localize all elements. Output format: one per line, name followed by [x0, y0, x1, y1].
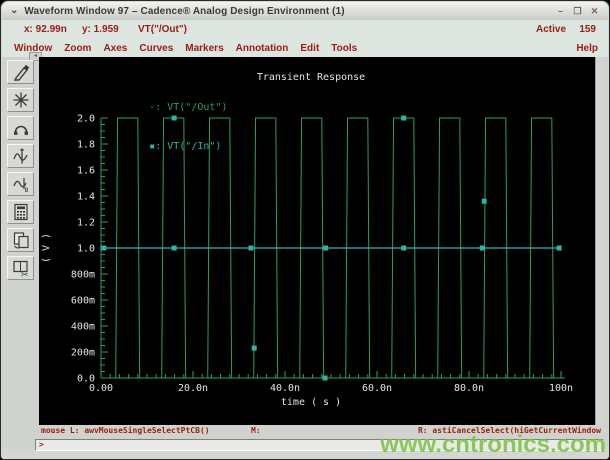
legend-entry-in[interactable]: ▪: VT("/In")	[101, 127, 227, 166]
svg-text:1.4: 1.4	[77, 192, 95, 203]
svg-text:800m: 800m	[71, 270, 95, 281]
menu-markers[interactable]: Markers	[185, 43, 223, 54]
svg-text:100n: 100n	[549, 383, 573, 394]
menu-curves[interactable]: Curves	[139, 43, 173, 54]
active-count: 159	[579, 24, 596, 35]
svg-text:20.0n: 20.0n	[178, 383, 208, 394]
svg-text:1.6: 1.6	[77, 166, 95, 177]
calculator-icon	[13, 203, 28, 221]
legend-entry-out[interactable]: -: VT("/Out")	[101, 88, 227, 127]
copy-window-icon	[13, 232, 29, 249]
svg-text:80.0n: 80.0n	[454, 383, 484, 394]
arc-icon	[13, 125, 28, 135]
x-axis-label: time ( s )	[281, 397, 341, 408]
plot-title: Transient Response	[256, 72, 366, 83]
window-title: Waveform Window 97 – Cadence® Analog Des…	[24, 5, 345, 17]
pen-icon	[13, 64, 29, 81]
canvas-scrollbar[interactable]	[595, 57, 604, 425]
title-bar[interactable]: ⌄ Waveform Window 97 – Cadence® Analog D…	[2, 2, 608, 21]
copy-window-button[interactable]	[7, 228, 34, 252]
svg-text:2.0: 2.0	[77, 114, 95, 125]
waveform-b-icon: B	[12, 178, 28, 194]
cursor-y-readout: y: 1.959	[82, 24, 119, 35]
window-menu-icon[interactable]: ⌄	[10, 6, 18, 16]
selected-trace-readout: VT("/Out")	[138, 24, 187, 35]
svg-text:1.8: 1.8	[77, 140, 95, 151]
info-bar: x: 92.99n y: 1.959 VT("/Out") Active 159	[2, 20, 608, 40]
legend-label-out: VT("/Out")	[167, 102, 228, 113]
y-axis-label: ( V )	[41, 233, 52, 263]
svg-text:0.00: 0.00	[89, 383, 113, 394]
svg-text:1.0: 1.0	[77, 244, 95, 255]
maximize-icon[interactable]: ❐	[571, 6, 584, 17]
waveform-marker-icon	[12, 148, 28, 164]
waveform-window: ⌄ Waveform Window 97 – Cadence® Analog D…	[0, 0, 610, 460]
menu-help[interactable]: Help	[576, 43, 598, 54]
svg-text:1.2: 1.2	[77, 218, 95, 229]
calculator-button[interactable]	[7, 200, 34, 224]
watermark: www.cntronics.com	[380, 431, 606, 458]
window-controls: – ❐ ✕	[554, 6, 601, 17]
svg-text:400m: 400m	[71, 322, 95, 333]
minimize-icon[interactable]: –	[554, 6, 567, 17]
mouse-left-binding: mouse L: awvMouseSingleSelectPtCB()	[41, 426, 210, 435]
cursor-x-readout: x: 92.99n	[24, 24, 67, 35]
mouse-middle-binding: M:	[251, 426, 261, 435]
legend-label-in: VT("/In")	[167, 141, 222, 152]
plot-canvas[interactable]: 0.0 200m 400m 600m 800m 1.0 1.2 1.4 1.6 1.8 2.0 0.0…	[39, 57, 595, 425]
svg-text:200m: 200m	[71, 348, 95, 359]
svg-text:✂: ✂	[21, 270, 29, 279]
select-probe-button[interactable]	[7, 60, 34, 84]
svg-text:B: B	[24, 186, 28, 194]
window-scissors-icon: ✂	[12, 260, 29, 279]
pan-strip-button[interactable]	[7, 116, 34, 140]
left-toolbar: B ✂	[7, 60, 37, 280]
split-window-button[interactable]: ✂	[7, 256, 34, 280]
active-label: Active	[535, 24, 566, 35]
menu-annotation[interactable]: Annotation	[236, 43, 289, 54]
plot-legend: -: VT("/Out") ▪: VT("/In")	[101, 88, 227, 166]
starburst-icon	[13, 92, 28, 108]
zoom-fit-button[interactable]	[7, 88, 34, 112]
menu-edit[interactable]: Edit	[300, 43, 319, 54]
menu-axes[interactable]: Axes	[103, 43, 127, 54]
vertical-marker-button[interactable]	[7, 144, 34, 168]
svg-text:40.0n: 40.0n	[270, 383, 300, 394]
svg-text:60.0n: 60.0n	[362, 383, 392, 394]
close-icon[interactable]: ✕	[588, 6, 601, 17]
subwindow-b-marker-button[interactable]: B	[7, 172, 34, 196]
menu-tools[interactable]: Tools	[331, 43, 357, 54]
menu-zoom[interactable]: Zoom	[64, 43, 91, 54]
svg-text:600m: 600m	[71, 296, 95, 307]
menu-bar: Window Zoom Axes Curves Markers Annotati…	[2, 39, 608, 57]
